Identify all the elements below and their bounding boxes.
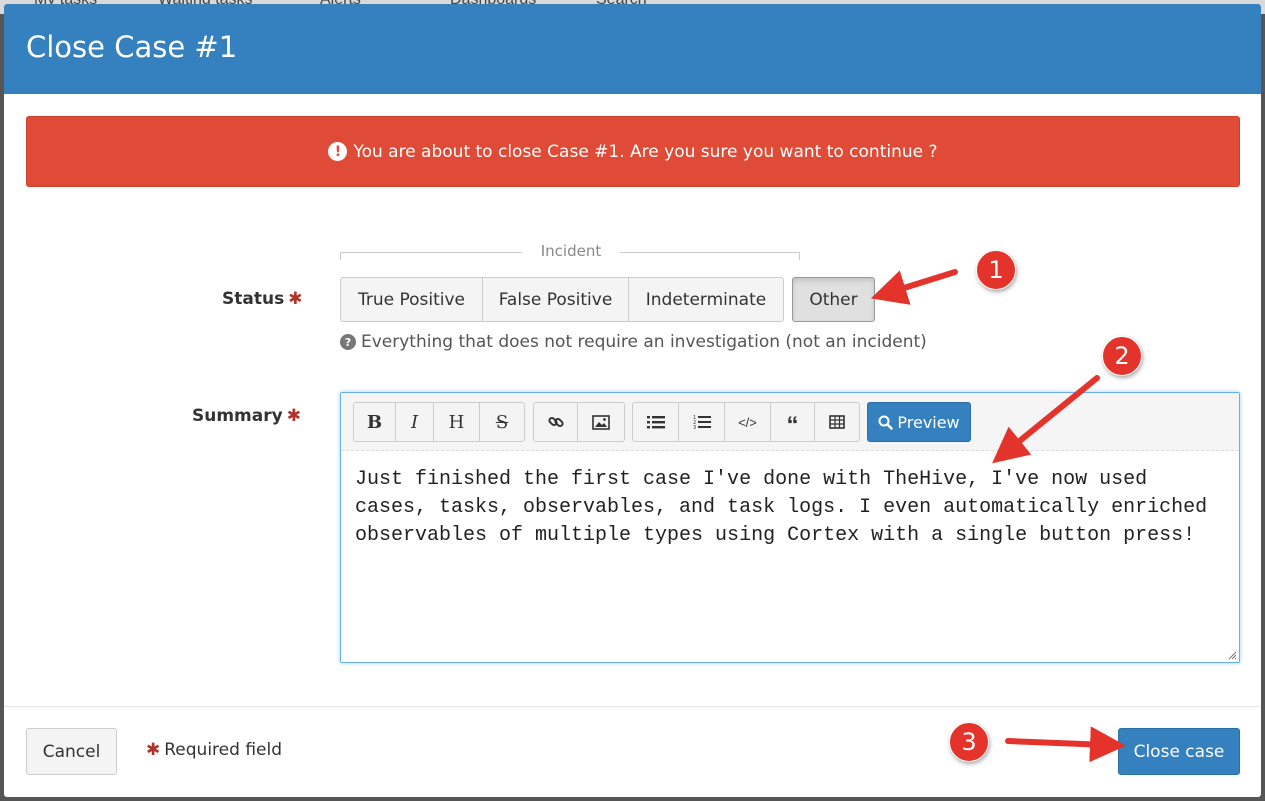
heading-icon[interactable]: H <box>434 403 480 441</box>
required-asterisk-icon: ✱ <box>288 289 303 309</box>
status-label: Status ✱ <box>222 289 302 309</box>
status-help-text: ? Everything that does not require an in… <box>340 332 927 352</box>
preview-label: Preview <box>897 412 960 432</box>
annotation-badge-2: 2 <box>1102 336 1142 376</box>
annotation-badge-1: 1 <box>976 250 1016 290</box>
footer-divider <box>4 706 1261 707</box>
modal-title: Close Case #1 <box>26 30 238 64</box>
status-option-other[interactable]: Other <box>792 277 875 322</box>
toolbar-group-insert <box>533 402 625 442</box>
link-icon[interactable] <box>534 403 578 441</box>
unordered-list-icon[interactable] <box>633 403 679 441</box>
annotation-badge-3: 3 <box>949 722 989 762</box>
required-asterisk-icon: ✱ <box>146 740 161 760</box>
close-case-button[interactable]: Close case <box>1118 728 1240 775</box>
warning-alert: ! You are about to close Case #1. Are yo… <box>26 116 1240 187</box>
code-icon[interactable]: </> <box>725 403 771 441</box>
svg-text:3: 3 <box>693 425 696 430</box>
summary-label: Summary ✱ <box>192 406 301 426</box>
required-field-text: Required field <box>164 740 282 760</box>
close-case-modal: Close Case #1 ! You are about to close C… <box>4 4 1261 797</box>
image-icon[interactable] <box>578 403 624 441</box>
bold-icon[interactable]: B <box>354 403 396 441</box>
summary-textarea[interactable]: Just finished the first case I've done w… <box>355 466 1235 550</box>
strikethrough-icon[interactable]: S <box>480 403 524 441</box>
incident-group-legend: Incident <box>340 242 800 262</box>
required-asterisk-icon: ✱ <box>286 406 301 426</box>
status-help-label: Everything that does not require an inve… <box>361 332 927 352</box>
search-icon <box>878 415 894 430</box>
toolbar-group-blocks: 123 </> “ <box>632 402 860 442</box>
status-button-group: True Positive False Positive Indetermina… <box>340 277 875 322</box>
cancel-button[interactable]: Cancel <box>26 728 117 775</box>
required-field-note: ✱ Required field <box>146 740 282 760</box>
italic-icon[interactable]: I <box>396 403 434 441</box>
question-circle-icon: ? <box>340 334 356 350</box>
ordered-list-icon[interactable]: 123 <box>679 403 725 441</box>
summary-editor: B I H S 123 </> “ Preview Just finished … <box>340 392 1240 663</box>
modal-header: Close Case #1 <box>4 4 1261 94</box>
status-option-true-positive[interactable]: True Positive <box>340 277 483 322</box>
editor-toolbar: B I H S 123 </> “ Preview <box>341 393 1239 451</box>
alert-text: You are about to close Case #1. Are you … <box>353 141 938 162</box>
quote-icon[interactable]: “ <box>771 403 815 441</box>
table-icon[interactable] <box>815 403 859 441</box>
resize-handle-icon[interactable] <box>1227 650 1237 660</box>
toolbar-group-format: B I H S <box>353 402 525 442</box>
status-label-text: Status <box>222 289 285 309</box>
exclamation-circle-icon: ! <box>328 142 348 161</box>
incident-group-label: Incident <box>540 242 602 260</box>
status-option-false-positive[interactable]: False Positive <box>482 277 629 322</box>
status-option-indeterminate[interactable]: Indeterminate <box>628 277 784 322</box>
preview-button[interactable]: Preview <box>867 402 971 442</box>
summary-label-text: Summary <box>192 406 283 426</box>
